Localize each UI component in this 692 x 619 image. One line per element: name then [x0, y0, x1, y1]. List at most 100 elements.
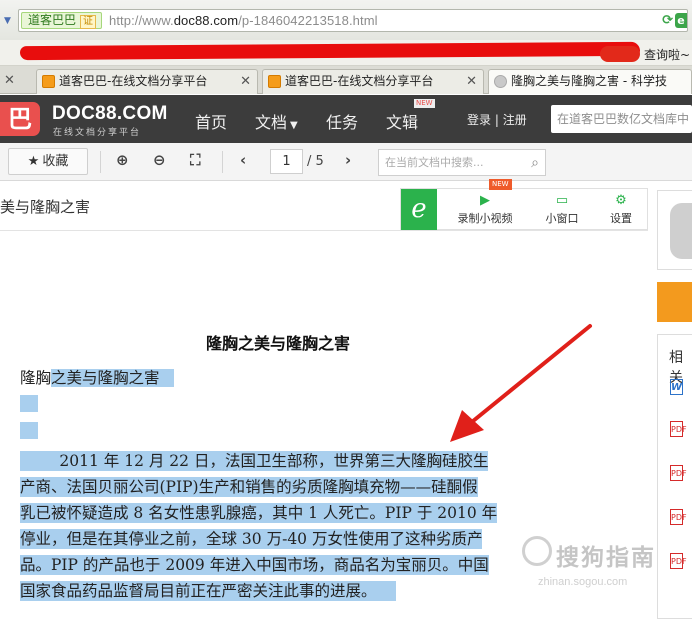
settings-label: 设置 — [610, 212, 632, 225]
url-domain: doc88.com — [173, 13, 239, 28]
dropdown-arrow-icon[interactable]: ▼ — [4, 16, 11, 26]
pdf-file-icon[interactable]: PDF — [670, 465, 687, 481]
e-logo-icon[interactable]: e — [401, 189, 437, 230]
pdf-file-icon[interactable]: PDF — [670, 421, 687, 437]
new-badge: NEW — [489, 179, 512, 190]
document-search-input[interactable]: 在当前文档中搜索... ⌕ — [378, 149, 546, 176]
paragraph-text: 国家食品药品监督局目前正在严密关注此事的进展。 — [20, 581, 377, 601]
address-bar[interactable]: 道客巴巴证 http://www.doc88.com/p-18460422135… — [18, 9, 688, 32]
site-identity-tag[interactable]: 道客巴巴证 — [21, 12, 103, 29]
site-favicon-icon — [42, 75, 55, 88]
paragraph-line: 停业，但是在其停业之前，全球 30 万-40 万女性使用了这种劣质产 — [20, 526, 534, 552]
logo-mark[interactable]: 巴 — [0, 102, 40, 136]
related-docs-panel: 相关 W PDF PDF PDF PDF — [657, 334, 692, 619]
selection-padding — [376, 581, 397, 601]
page-number-input[interactable]: 1 — [270, 149, 303, 174]
browser-tab[interactable]: 道客巴巴-在线文档分享平台 ✕ — [262, 69, 484, 94]
nav-home[interactable]: 首页 — [195, 109, 227, 133]
tab-close-icon[interactable]: ✕ — [240, 70, 251, 93]
logo-text[interactable]: DOC88.COM — [52, 103, 168, 125]
pdf-file-icon[interactable]: PDF — [670, 509, 687, 525]
nav-documents-label: 文档 — [255, 113, 288, 132]
page-total: / 5 — [307, 154, 324, 169]
site-identity-label: 道客巴巴 — [28, 13, 77, 27]
redaction-scribble — [19, 41, 641, 61]
zoom-in-icon[interactable]: ⊕ — [116, 151, 129, 169]
paragraph-line: 产商、法国贝丽公司(PIP)生产和销售的劣质隆胸填充物——硅酮假 — [20, 474, 534, 500]
nav-collections[interactable]: 文辑 — [386, 109, 418, 133]
bookmarks-bar: 查询啦~ — [0, 40, 692, 66]
new-tag: NEW — [414, 99, 435, 108]
watermark-text: 搜狗指南 — [556, 545, 656, 571]
logo-subtitle: 在线文档分享平台 — [53, 128, 142, 138]
bookmark-item[interactable]: 查询啦~ — [644, 46, 690, 63]
paragraph-line: 2011 年 12 月 22 日，法国卫生部称，世界第三大隆胸硅胶生 — [20, 448, 534, 474]
document-paragraph: 2011 年 12 月 22 日，法国卫生部称，世界第三大隆胸硅胶生 产商、法国… — [20, 448, 534, 604]
red-arrow-annotation — [450, 324, 592, 442]
paragraph-text: 停业，但是在其停业之前，全球 30 万-40 万女性使用了这种劣质产 — [20, 529, 483, 549]
url-text[interactable]: http://www.doc88.com/p-1846042213518.htm… — [109, 13, 378, 28]
url-path: /p-1846042213518.html — [238, 13, 378, 28]
record-video-button[interactable]: ▶ 录制小视频 — [453, 193, 517, 226]
uploader-card — [657, 190, 692, 270]
search-icon[interactable]: ⌕ — [531, 151, 539, 176]
next-page-icon[interactable]: › — [345, 151, 351, 169]
browser-e-icon[interactable]: e — [675, 13, 687, 28]
paragraph-line: 国家食品药品监督局目前正在严密关注此事的进展。 — [20, 578, 534, 604]
paragraph-text: 2011 年 12 月 22 日，法国卫生部称，世界第三大隆胸硅胶生 — [59, 451, 489, 471]
login-link[interactable]: 登录 — [467, 113, 491, 127]
site-favicon-icon — [268, 75, 281, 88]
separator: | — [494, 113, 503, 127]
tv-icon: ▭ — [555, 193, 569, 208]
document-toolbar: ★ 收藏 ⊕ ⊖ ⛶ ‹ 1 / 5 › 在当前文档中搜索... ⌕ — [0, 143, 692, 181]
browser-address-row: ▼ 道客巴巴证 http://www.doc88.com/p-184604221… — [0, 0, 692, 40]
pdf-file-icon[interactable]: PDF — [670, 553, 687, 569]
browser-tab-active[interactable]: 隆胸之美与隆胸之害 - 科学技 — [488, 69, 692, 94]
divider — [0, 230, 648, 231]
settings-button[interactable]: ⚙ 设置 — [601, 193, 641, 226]
selection-indent — [20, 451, 60, 471]
document-title: 美与隆胸之害 — [0, 198, 91, 216]
zoom-out-icon[interactable]: ⊖ — [153, 151, 166, 169]
paragraph-line: 品。PIP 的产品也于 2009 年进入中国市场，商品名为宝丽贝。中国 — [20, 552, 534, 578]
gear-icon: ⚙ — [615, 193, 627, 208]
star-icon: ★ — [27, 154, 40, 169]
right-sidebar: 相关 W PDF PDF PDF PDF — [657, 186, 692, 619]
favorite-button[interactable]: ★ 收藏 — [8, 148, 88, 175]
paragraph-text: 产商、法国贝丽公司(PIP)生产和销售的劣质隆胸填充物——硅酮假 — [20, 477, 478, 497]
word-file-icon[interactable]: W — [670, 379, 683, 395]
divider — [100, 151, 101, 173]
site-search-input[interactable]: 在道客巴巴数亿文档库中 — [551, 105, 692, 133]
arrow-shaft — [460, 324, 592, 432]
browser-tab[interactable]: 道客巴巴-在线文档分享平台 ✕ — [36, 69, 258, 94]
record-video-label: 录制小视频 — [457, 212, 513, 225]
fullscreen-icon[interactable]: ⛶ — [190, 151, 201, 169]
selected-empty-line — [20, 422, 38, 439]
paragraph-line: 乳已被怀疑造成 8 名女性患乳腺癌，其中 1 人死亡。PIP 于 2010 年 — [20, 500, 534, 526]
subtitle-highlighted: 之美与隆胸之害 — [51, 369, 160, 387]
close-icon[interactable]: ✕ — [4, 69, 15, 92]
watermark-logo-icon — [522, 536, 552, 566]
tools-panel: e ▶ 录制小视频 NEW ▭ 小窗口 ⚙ 设置 — [400, 179, 648, 230]
tab-label: 隆胸之美与隆胸之害 - 科学技 — [511, 74, 667, 88]
selected-empty-line — [20, 395, 38, 412]
refresh-icon[interactable]: ⟳ — [662, 13, 673, 28]
tab-strip: ✕ 道客巴巴-在线文档分享平台 ✕ 道客巴巴-在线文档分享平台 ✕ 隆胸之美与隆… — [0, 66, 692, 94]
small-window-button[interactable]: ▭ 小窗口 — [537, 193, 587, 226]
tab-label: 道客巴巴-在线文档分享平台 — [59, 74, 208, 88]
url-prefix: http://www. — [109, 13, 174, 28]
watermark-subtext: zhinan.sogou.com — [538, 576, 628, 588]
document-subtitle-line: 隆胸之美与隆胸之害 — [20, 366, 175, 388]
document-search-placeholder: 在当前文档中搜索... — [385, 156, 484, 169]
subtitle-plain: 隆胸 — [20, 369, 52, 387]
tab-close-icon[interactable]: ✕ — [466, 70, 477, 93]
tab-label: 道客巴巴-在线文档分享平台 — [285, 74, 434, 88]
paragraph-text: 品。PIP 的产品也于 2009 年进入中国市场，商品名为宝丽贝。中国 — [20, 555, 489, 575]
download-button[interactable] — [657, 282, 692, 322]
nav-documents[interactable]: 文档 ▼ — [255, 109, 298, 133]
site-header: 巴 DOC88.COM 在线文档分享平台 首页 文档 ▼ 任务 文辑 NEW 登录… — [0, 95, 692, 143]
nav-tasks[interactable]: 任务 — [326, 109, 358, 133]
avatar[interactable] — [670, 203, 692, 259]
register-link[interactable]: 注册 — [503, 113, 527, 127]
prev-page-icon[interactable]: ‹ — [240, 151, 246, 169]
